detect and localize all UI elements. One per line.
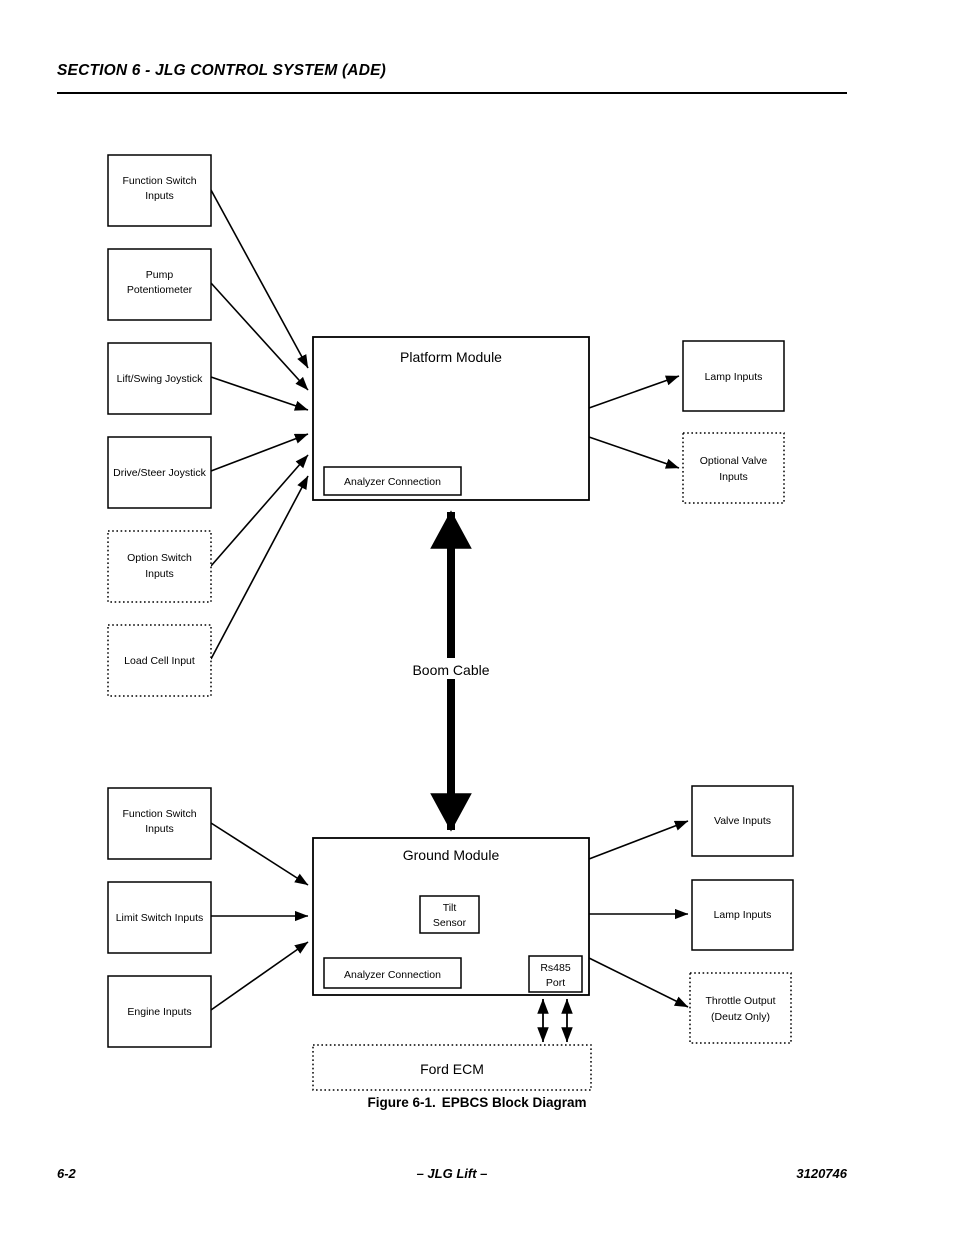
connector-lift-swing-joystick-to-platform [210,376,309,411]
connector-option-switch-to-platform [210,454,309,567]
platform-output-boxes: Lamp Inputs Optional Valve Inputs [682,340,785,504]
sub-block-rs485-port[interactable]: Rs485 Port [528,955,583,993]
connector-engine-inputs-to-ground [210,941,309,1011]
block-option-switch-inputs[interactable]: Option Switch Inputs [107,530,212,603]
block-label-line1: Optional Valve [700,455,768,467]
block-label-line1: Lamp Inputs [714,909,772,921]
block-optional-valve-inputs[interactable]: Optional Valve Inputs [682,432,785,504]
block-limit-switch-inputs[interactable]: Limit Switch Inputs [107,881,212,954]
block-function-switch-inputs-ground[interactable]: Function Switch Inputs [107,787,212,860]
ground-input-boxes: Function Switch Inputs Limit Switch Inpu… [107,787,212,1048]
block-label-line1: Option Switch [127,552,192,564]
block-label-line1: Limit Switch Inputs [116,912,204,924]
page-footer: 6-2 – JLG Lift – 3120746 [57,1166,847,1186]
block-label-line1: Engine Inputs [127,1006,191,1018]
connector-platform-to-optional-valve [588,436,680,469]
boom-cable-connector: Boom Cable [398,510,505,832]
ground-module-title: Ground Module [403,847,500,863]
block-label-line1: Load Cell Input [124,655,195,667]
sub-block-analyzer-connection-platform[interactable]: Analyzer Connection [323,466,462,496]
footer-document-number: 3120746 [796,1166,847,1181]
figure-title: EPBCS Block Diagram [441,1095,587,1110]
block-label-line1: Function Switch [122,175,196,187]
sub-block-label-line1: Rs485 [540,962,571,974]
block-label-line2: Inputs [145,823,174,835]
block-label-line2: Inputs [145,568,174,580]
block-label-line1: Function Switch [122,808,196,820]
ground-output-boxes: Valve Inputs Lamp Inputs Throttle Output… [689,785,794,1044]
connector-ground-to-valve-inputs [588,820,689,860]
sub-block-label-line2: Port [546,977,565,989]
sub-block-tilt-sensor[interactable]: Tilt Sensor [419,895,480,934]
connector-ground-to-throttle-output [588,957,689,1008]
block-load-cell-input[interactable]: Load Cell Input [107,624,212,697]
boom-cable-label: Boom Cable [412,662,489,678]
block-lamp-inputs-ground[interactable]: Lamp Inputs [691,879,794,951]
ground-output-connectors [588,820,689,1008]
ecm-link-connectors [537,998,573,1043]
block-drive-steer-joystick[interactable]: Drive/Steer Joystick [107,436,212,509]
connector-drive-steer-joystick-to-platform [210,433,309,472]
block-label-line1: Lift/Swing Joystick [117,373,204,385]
epbcs-block-diagram: Function Switch Inputs Pump Potentiomete… [0,0,954,1235]
block-throttle-output[interactable]: Throttle Output (Deutz Only) [689,972,792,1044]
block-label-line2: (Deutz Only) [711,1011,770,1023]
block-pump-potentiometer[interactable]: Pump Potentiometer [107,248,212,321]
platform-module-title: Platform Module [400,349,502,365]
block-label-line2: Inputs [145,190,174,202]
block-platform-module[interactable]: Platform Module Analyzer Connection [312,336,590,501]
block-lift-swing-joystick[interactable]: Lift/Swing Joystick [107,342,212,415]
sub-block-label: Analyzer Connection [344,969,441,981]
block-engine-inputs[interactable]: Engine Inputs [107,975,212,1048]
figure-caption: Figure 6-1. EPBCS Block Diagram [0,1095,954,1110]
block-label-line1: Valve Inputs [714,815,771,827]
figure-number: Figure 6-1. [367,1095,436,1110]
block-border-dotted [682,432,785,504]
connector-function-switch-to-platform [210,189,309,369]
block-lamp-inputs-platform[interactable]: Lamp Inputs [682,340,785,412]
connector-load-cell-to-platform [210,475,309,660]
block-label-line1: Lamp Inputs [705,371,763,383]
connector-function-switch-to-ground [210,822,309,886]
block-ground-module[interactable]: Ground Module Tilt Sensor Analyzer Conne… [312,837,590,996]
footer-company: – JLG Lift – [416,1166,488,1181]
block-label-line1: Drive/Steer Joystick [113,467,207,479]
block-function-switch-inputs-platform[interactable]: Function Switch Inputs [107,154,212,227]
sub-block-label-line2: Sensor [433,917,467,929]
ground-input-connectors [210,822,309,1011]
block-label-line2: Potentiometer [127,284,193,296]
platform-input-boxes: Function Switch Inputs Pump Potentiomete… [107,154,212,697]
sub-block-analyzer-connection-ground[interactable]: Analyzer Connection [323,957,462,989]
connector-pump-potentiometer-to-platform [210,282,309,391]
document-page: SECTION 6 - JLG CONTROL SYSTEM (ADE) Fun… [0,0,954,1235]
sub-block-label: Analyzer Connection [344,476,441,488]
block-ford-ecm[interactable]: Ford ECM [312,1044,592,1091]
platform-input-connectors [210,189,309,660]
connector-platform-to-lamp-inputs [588,375,680,409]
block-label-line2: Inputs [719,471,748,483]
block-border-dotted [689,972,792,1044]
diagram-canvas: Function Switch Inputs Pump Potentiomete… [107,154,794,1091]
platform-output-connectors [588,375,680,469]
block-valve-inputs[interactable]: Valve Inputs [691,785,794,857]
block-label-line1: Throttle Output [705,995,775,1007]
block-border-dotted [107,530,212,603]
sub-block-label-line1: Tilt [443,902,457,914]
ford-ecm-label: Ford ECM [420,1061,484,1077]
block-label-line1: Pump [146,269,174,281]
